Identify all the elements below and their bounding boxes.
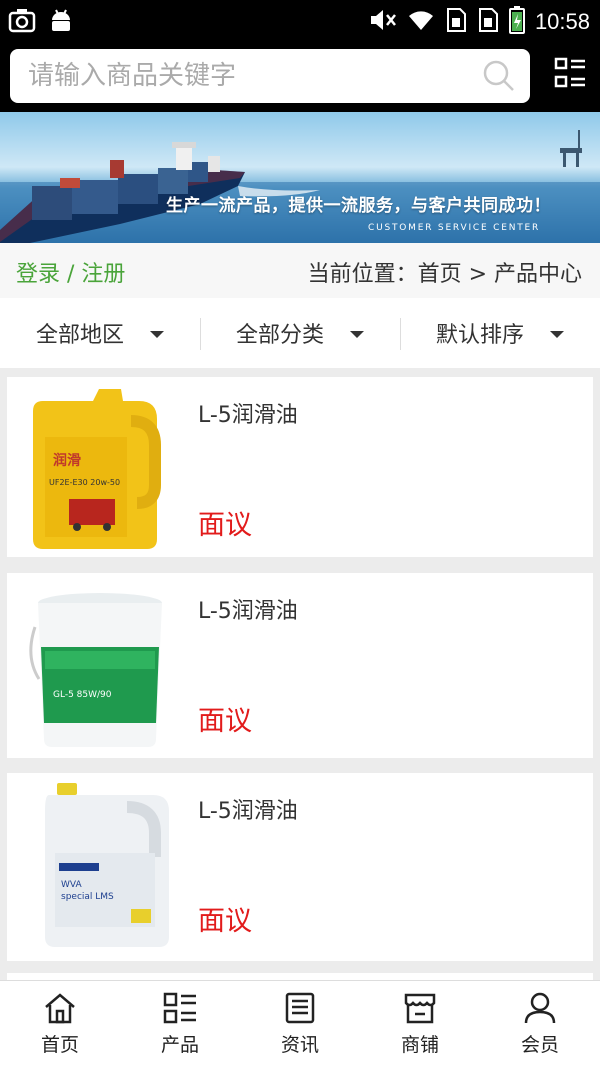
caret-down-icon [550, 330, 564, 338]
breadcrumb: 当前位置：首页 > 产品中心 [307, 262, 582, 287]
android-icon [48, 8, 74, 38]
banner-subslogan: CUSTOMER SERVICE CENTER [368, 223, 541, 233]
green-oil-bucket-image: GL-5 85W/90 [29, 593, 162, 747]
product-price: 面议 [198, 906, 252, 937]
battery-icon [508, 6, 525, 38]
product-card[interactable]: GL-5 85W/90 L-5润滑油 面议 [7, 573, 593, 758]
user-icon [524, 992, 556, 1024]
tab-shops[interactable]: 商铺 [360, 981, 480, 1067]
search-box[interactable] [10, 49, 530, 103]
white-oil-bottle-image: WVA special LMS [45, 783, 169, 947]
yellow-oil-jug-image: 润滑 UF2E-E30 20w-50 [33, 389, 161, 549]
bottom-tab-bar: 首页 产品 资讯 商铺 会员 [0, 980, 600, 1067]
product-list[interactable]: 润滑 UF2E-E30 20w-50 L-5润滑油 面议 GL-5 85W/90… [0, 368, 600, 980]
product-price: 面议 [198, 510, 252, 541]
filter-region-label: 全部地区 [35, 323, 124, 348]
banner-slogan: 生产一流产品，提供一流服务，与客户共同成功！ [166, 196, 551, 216]
tab-products[interactable]: 产品 [120, 981, 240, 1067]
search-input[interactable] [28, 49, 468, 103]
status-bar: 10:58 [0, 0, 600, 44]
product-card[interactable] [7, 973, 593, 980]
sim1-icon [445, 7, 467, 37]
clock: 10:58 [534, 9, 590, 34]
svg-text:GL-5 85W/90: GL-5 85W/90 [53, 690, 112, 700]
filter-sort-label: 默认排序 [435, 323, 524, 348]
mute-icon [369, 7, 397, 37]
shop-icon [404, 993, 436, 1024]
tab-products-label: 产品 [160, 1034, 199, 1056]
product-price: 面议 [198, 706, 252, 737]
tab-shops-label: 商铺 [400, 1034, 439, 1056]
tab-news-label: 资讯 [280, 1034, 319, 1056]
tab-home-label: 首页 [40, 1034, 79, 1056]
tab-member[interactable]: 会员 [480, 981, 600, 1067]
caret-down-icon [350, 330, 364, 338]
product-card[interactable]: WVA special LMS L-5润滑油 面议 [7, 773, 593, 961]
search-header [0, 44, 600, 112]
svg-text:special LMS: special LMS [61, 892, 114, 902]
wifi-icon [407, 8, 435, 36]
product-name[interactable]: L-5润滑油 [198, 793, 298, 825]
svg-text:WVA: WVA [61, 880, 82, 890]
filter-category-label: 全部分类 [235, 323, 324, 348]
info-bar: 登录 / 注册 当前位置：首页 > 产品中心 [0, 243, 600, 298]
tab-member-label: 会员 [520, 1034, 559, 1056]
tab-news[interactable]: 资讯 [240, 981, 360, 1067]
list-icon [163, 992, 196, 1024]
svg-text:润滑: 润滑 [53, 452, 81, 469]
filter-sort-dropdown[interactable]: 默认排序 [400, 298, 600, 368]
sim2-icon [477, 7, 499, 37]
camera-icon [8, 8, 36, 38]
promo-banner[interactable]: 生产一流产品，提供一流服务，与客户共同成功！ CUSTOMER SERVICE … [0, 112, 600, 243]
product-name[interactable]: L-5润滑油 [198, 593, 298, 625]
home-icon [45, 993, 75, 1024]
tab-home[interactable]: 首页 [0, 981, 120, 1067]
filter-region-dropdown[interactable]: 全部地区 [0, 298, 200, 368]
filter-bar: 全部地区 全部分类 默认排序 [0, 298, 600, 368]
news-icon [285, 992, 315, 1024]
svg-text:UF2E-E30 20w-50: UF2E-E30 20w-50 [49, 478, 120, 487]
login-register-link[interactable]: 登录 / 注册 [16, 256, 125, 288]
category-menu-icon[interactable] [554, 57, 586, 93]
filter-category-dropdown[interactable]: 全部分类 [200, 298, 400, 368]
product-name[interactable]: L-5润滑油 [198, 397, 298, 429]
caret-down-icon [150, 330, 164, 338]
product-card[interactable]: 润滑 UF2E-E30 20w-50 L-5润滑油 面议 [7, 377, 593, 557]
search-icon[interactable] [482, 59, 516, 97]
